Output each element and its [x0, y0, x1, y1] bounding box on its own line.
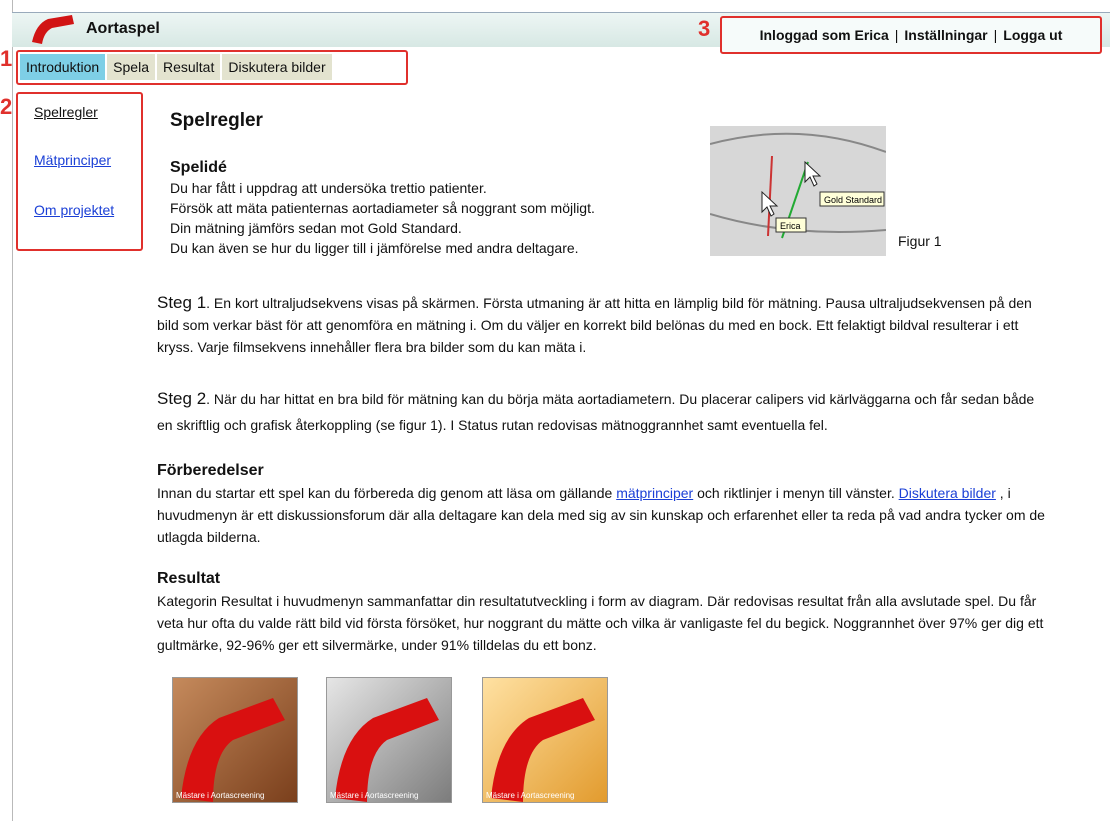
annotation-marker-2: 2: [0, 94, 13, 119]
prep-text: Innan du startar ett spel kan du förbere…: [157, 485, 617, 501]
user-bar: Inloggad som Erica | Inställningar | Log…: [720, 16, 1102, 54]
tab-resultat[interactable]: Resultat: [156, 54, 221, 80]
sidebar-item-spelregler[interactable]: Spelregler: [34, 104, 98, 120]
step-2-heading: Steg 2: [157, 389, 207, 408]
sidebar-item-om-projektet[interactable]: Om projektet: [34, 202, 114, 218]
figure-label-gold: Gold Standard: [824, 195, 882, 205]
result-text: Kategorin Resultat i huvudmenyn sammanfa…: [157, 593, 1044, 653]
prep-heading: Förberedelser: [157, 462, 264, 479]
idea-line: Du har fått i uppdrag att undersöka tret…: [170, 180, 487, 196]
diskutera-bilder-link[interactable]: Diskutera bilder: [899, 485, 996, 501]
sidebar-item-matprinciper[interactable]: Mätprinciper: [34, 152, 111, 168]
step-2: Steg 2. När du har hittat en bra bild fö…: [157, 386, 1052, 438]
idea-line: Du kan även se hur du ligger till i jämf…: [170, 240, 579, 256]
idea-section: Spelidé Du har fått i uppdrag att unders…: [170, 158, 700, 258]
step-1-heading: Steg 1: [157, 293, 207, 312]
result-section: Resultat Kategorin Resultat i huvudmenyn…: [157, 568, 1052, 656]
annotation-marker-3: 3: [698, 16, 711, 41]
annotation-marker-1: 1: [0, 46, 13, 71]
page-title: Spelregler: [170, 110, 263, 131]
figure-caption: Figur 1: [898, 233, 942, 249]
tab-spela[interactable]: Spela: [107, 54, 155, 80]
main-nav: Introduktion Spela Resultat Diskutera bi…: [20, 54, 332, 80]
logged-in-user: Inloggad som Erica: [759, 27, 889, 43]
settings-link[interactable]: Inställningar: [904, 27, 987, 43]
idea-heading: Spelidé: [170, 159, 227, 176]
aorta-logo-icon: [32, 15, 74, 44]
badge-caption: Mästare i Aortascreening: [486, 791, 575, 800]
tab-introduktion[interactable]: Introduktion: [20, 54, 106, 80]
idea-line: Försök att mäta patienternas aortadiamet…: [170, 200, 595, 216]
prep-text: och riktlinjer i menyn till vänster.: [693, 485, 895, 501]
step-1-text: . En kort ultraljudsekvens visas på skär…: [157, 295, 1032, 355]
aorta-badge-icon: [491, 698, 595, 802]
app-title: Aortaspel: [86, 20, 160, 37]
figure-label-user: Erica: [780, 221, 801, 231]
matprinciper-link[interactable]: mätprinciper: [616, 485, 693, 501]
badge-caption: Mästare i Aortascreening: [330, 791, 419, 800]
prep-section: Förberedelser Innan du startar ett spel …: [157, 460, 1052, 548]
step-1: Steg 1. En kort ultraljudsekvens visas p…: [157, 292, 1052, 358]
logout-link[interactable]: Logga ut: [1003, 27, 1062, 43]
silver-badge: Mästare i Aortascreening: [326, 677, 452, 803]
aorta-badge-icon: [335, 698, 439, 802]
gold-badge: Mästare i Aortascreening: [482, 677, 608, 803]
badge-caption: Mästare i Aortascreening: [176, 791, 265, 800]
aorta-badge-icon: [181, 698, 285, 802]
separator: |: [993, 27, 998, 43]
result-heading: Resultat: [157, 570, 221, 587]
measurement-figure: Gold Standard Erica: [709, 132, 887, 239]
step-2-text: . När du har hittat en bra bild för mätn…: [157, 391, 1035, 433]
idea-line: Din mätning jämförs sedan mot Gold Stand…: [170, 220, 462, 236]
separator: |: [894, 27, 899, 43]
tab-diskutera-bilder[interactable]: Diskutera bilder: [222, 54, 332, 80]
figure-1-image: Gold Standard Erica: [709, 126, 887, 256]
bronze-badge: Mästare i Aortascreening: [172, 677, 298, 803]
